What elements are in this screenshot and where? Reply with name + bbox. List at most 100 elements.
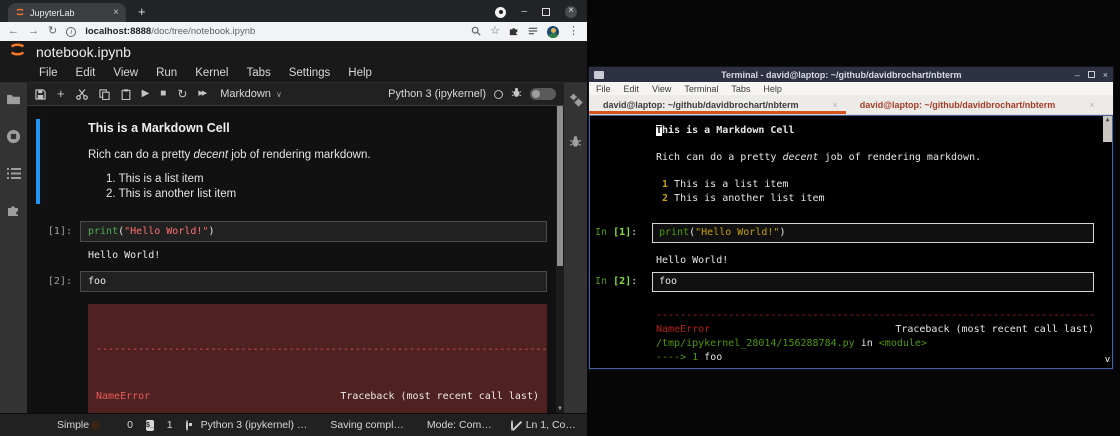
markdown-list: 1. This is a list item 2. This is anothe… [88, 173, 564, 200]
site-info-icon[interactable]: i [66, 27, 76, 37]
cell-type-dropdown[interactable]: Markdown ∨ [220, 88, 282, 100]
jupyterlab-right-sidebar [564, 83, 587, 413]
menu-edit[interactable]: Edit [67, 67, 105, 79]
terminal-close-icon[interactable]: × [1103, 70, 1108, 80]
notification-bell-off-icon[interactable] [511, 420, 513, 431]
running-kernels-icon[interactable] [6, 129, 21, 144]
forward-icon[interactable]: → [28, 26, 39, 37]
paste-icon[interactable] [121, 89, 131, 100]
stop-icon[interactable]: ■ [160, 89, 166, 99]
maximize-icon[interactable] [542, 8, 550, 16]
code-editor-2[interactable]: foo [80, 271, 547, 292]
jupyter-favicon-icon [15, 4, 25, 22]
insert-cell-plus-icon[interactable]: + [57, 89, 65, 99]
code-cell-1[interactable]: [1]: print("Hello World!") [27, 221, 564, 242]
save-icon[interactable] [35, 89, 46, 100]
list-item: 1. This is a list item [106, 173, 564, 185]
menu-file[interactable]: File [30, 67, 67, 79]
toolbar-toggle[interactable] [530, 88, 556, 100]
terminal-menu-tabs[interactable]: Tabs [731, 84, 750, 94]
terminal-menu-terminal[interactable]: Terminal [684, 84, 718, 94]
menu-kernel[interactable]: Kernel [186, 67, 237, 79]
code-editor-1[interactable]: print("Hello World!") [80, 221, 547, 242]
terminal-screen[interactable]: This is a Markdown Cell Rich can do a pr… [589, 115, 1113, 369]
minimize-icon[interactable]: – [521, 7, 527, 17]
cursor-position[interactable]: Ln 1, Co… [526, 419, 576, 431]
nbterm-cell-box-2[interactable]: foo [652, 272, 1094, 292]
kernel-name-button[interactable]: Python 3 (ipykernel) [388, 88, 486, 100]
nbterm-error-arrow-line: ----> 1 foo [656, 351, 1094, 365]
scrollbar-thumb[interactable] [557, 106, 563, 266]
execution-prompt: [1]: [27, 221, 80, 237]
terminal-scroll-down-indicator[interactable]: v [1103, 353, 1112, 367]
browser-tab[interactable]: JupyterLab × [8, 3, 126, 22]
notebook-scrollbar[interactable]: ▼ [556, 106, 564, 413]
notebook-toolbar: + ▶ ■ ↻ ▶▶ Markdown ∨ Py [27, 83, 564, 106]
terminal-menu-file[interactable]: File [596, 84, 611, 94]
copy-icon[interactable] [99, 89, 110, 100]
menu-tabs[interactable]: Tabs [237, 67, 279, 79]
cut-scissors-icon[interactable] [76, 89, 88, 100]
nbterm-in-prompt-2: In [2]: [590, 275, 652, 289]
menu-help[interactable]: Help [339, 67, 381, 79]
traceback-separator: ----------------------------------------… [96, 342, 539, 358]
terminal-scrollbar[interactable]: ▲ v [1103, 116, 1112, 368]
close-icon[interactable]: × [565, 6, 577, 18]
page-title: notebook.ipynb [36, 44, 131, 60]
terminal-tab-active[interactable]: david@laptop: ~/github/davidbrochart/nbt… [589, 95, 846, 114]
table-of-contents-icon[interactable] [7, 168, 21, 179]
back-icon[interactable]: ← [8, 26, 19, 37]
new-tab-button[interactable]: + [138, 4, 146, 19]
reload-icon[interactable]: ↻ [48, 26, 57, 37]
markdown-cell[interactable]: This is a Markdown Cell Rich can do a pr… [27, 115, 564, 214]
cell-output-1: Hello World! [88, 250, 564, 261]
profile-dot-icon[interactable] [495, 7, 506, 18]
restart-kernel-icon[interactable]: ↻ [177, 89, 187, 99]
nbterm-markdown-paragraph: Rich can do a pretty decent job of rende… [656, 151, 1094, 165]
bookmark-star-icon[interactable]: ☆ [490, 26, 500, 37]
terminal-menu-view[interactable]: View [652, 84, 671, 94]
error-traceback-output: ----------------------------------------… [88, 304, 547, 413]
terminal-minimize-icon[interactable]: – [1075, 70, 1080, 80]
profile-avatar[interactable] [547, 26, 559, 38]
kernel-status-icon[interactable] [494, 90, 503, 99]
menu-run[interactable]: Run [147, 67, 186, 79]
list-item: 2. This is another list item [106, 188, 564, 200]
terminal-tab-close-icon[interactable]: × [832, 100, 837, 110]
debugger-bug-icon[interactable] [511, 85, 522, 103]
property-inspector-gears-icon[interactable] [569, 93, 583, 107]
run-icon[interactable]: ▶ [142, 89, 150, 99]
url-bar[interactable]: localhost:8888/doc/tree/notebook.ipynb [85, 26, 462, 37]
browser-menu-kebab-icon[interactable]: ⋮ [568, 26, 579, 37]
terminal-window: Terminal - david@laptop: ~/github/davidb… [588, 66, 1114, 370]
menu-view[interactable]: View [104, 67, 147, 79]
terminal-menu-help[interactable]: Help [763, 84, 782, 94]
extensions-puzzle-icon[interactable] [509, 23, 519, 41]
statusbar-kernel-name[interactable]: Python 3 (ipykernel) … [201, 419, 308, 431]
terminal-menubar: File Edit View Terminal Tabs Help [589, 82, 1113, 95]
nbterm-markdown-heading: This is a Markdown Cell [656, 124, 1094, 138]
terminal-menu-edit[interactable]: Edit [624, 84, 640, 94]
chevron-down-icon: ∨ [276, 90, 282, 99]
jupyterlab-menubar: File Edit View Run Kernel Tabs Settings … [0, 63, 587, 83]
browser-tabstrip: JupyterLab × + – × [0, 0, 587, 22]
reading-list-icon[interactable] [528, 23, 538, 41]
tab-close-icon[interactable]: × [113, 7, 119, 18]
menu-settings[interactable]: Settings [280, 67, 340, 79]
terminal-tab-inactive[interactable]: david@laptop: ~/github/davidbrochart/nbt… [846, 95, 1103, 114]
restart-run-all-icon[interactable]: ▶▶ [198, 89, 205, 99]
nbterm-cell-box-1[interactable]: print("Hello World!") [652, 223, 1094, 243]
code-cell-2[interactable]: [2]: foo [27, 271, 564, 292]
scrollbar-down-icon[interactable]: ▼ [556, 406, 564, 412]
nbterm-error-header: NameErrorTraceback (most recent call las… [656, 323, 1094, 337]
file-browser-folder-icon[interactable] [6, 93, 21, 105]
terminal-maximize-icon[interactable] [1088, 71, 1095, 78]
terminal-tab-close-icon[interactable]: × [1089, 100, 1094, 110]
debugger-bug-sidebar-icon[interactable] [569, 135, 582, 148]
omnibox-actions: ☆ ⋮ [471, 23, 579, 41]
terminal-titlebar[interactable]: Terminal - david@laptop: ~/github/davidb… [589, 67, 1113, 82]
terminal-scroll-up-icon[interactable]: ▲ [1103, 116, 1112, 142]
extension-manager-puzzle-icon[interactable] [7, 203, 21, 217]
url-path: /doc/tree/notebook.ipynb [151, 26, 255, 37]
zoom-search-icon[interactable] [471, 23, 481, 41]
